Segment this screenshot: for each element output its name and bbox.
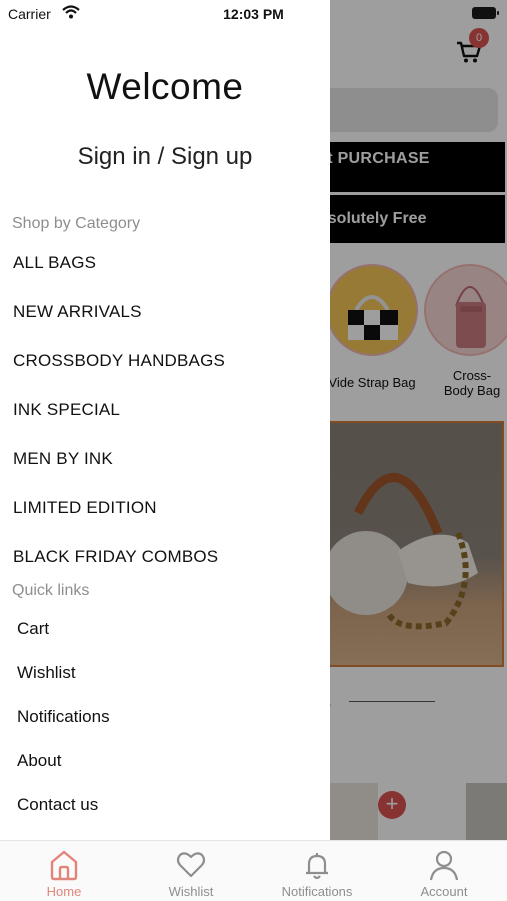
quick-link-wishlist[interactable]: Wishlist: [17, 663, 76, 683]
bottom-tab-bar: Home Wishlist Notifications Account: [0, 840, 507, 901]
category-item-all-bags[interactable]: ALL BAGS: [13, 253, 96, 273]
tab-wishlist[interactable]: Wishlist: [131, 841, 251, 901]
quick-link-about[interactable]: About: [17, 751, 61, 771]
tab-notifications-label: Notifications: [281, 884, 353, 899]
tab-home-label: Home: [46, 884, 82, 899]
welcome-heading: Welcome: [86, 66, 244, 107]
signin-signup-link[interactable]: Sign in / Sign up: [0, 143, 330, 171]
category-item-ink-special[interactable]: INK SPECIAL: [13, 400, 120, 420]
category-item-men-by-ink[interactable]: MEN BY INK: [13, 449, 113, 469]
heart-icon: [176, 852, 206, 878]
battery-icon: [472, 7, 499, 19]
quick-links-title: Quick links: [12, 582, 90, 599]
quick-link-contact-us[interactable]: Contact us: [17, 795, 98, 815]
category-item-limited-edition[interactable]: LIMITED EDITION: [13, 498, 157, 518]
tab-account[interactable]: Account: [384, 841, 504, 901]
tab-notifications[interactable]: Notifications: [257, 841, 377, 901]
user-icon: [429, 850, 459, 881]
bell-icon: [306, 853, 328, 880]
quick-link-cart[interactable]: Cart: [17, 619, 49, 639]
category-item-crossbody-handbags[interactable]: CROSSBODY HANDBAGS: [13, 351, 225, 371]
category-item-new-arrivals[interactable]: NEW ARRIVALS: [13, 302, 142, 322]
tab-home[interactable]: Home: [4, 841, 124, 901]
status-bar: Carrier 12:03 PM: [0, 0, 507, 28]
side-drawer: Welcome Sign in / Sign up Shop by Catego…: [0, 0, 330, 840]
status-time: 12:03 PM: [223, 6, 284, 22]
tab-wishlist-label: Wishlist: [168, 884, 214, 899]
shop-by-category-title: Shop by Category: [12, 215, 141, 232]
home-icon: [50, 850, 78, 881]
quick-link-notifications[interactable]: Notifications: [17, 707, 110, 727]
category-item-black-friday-combos[interactable]: BLACK FRIDAY COMBOS: [13, 547, 218, 567]
tab-account-label: Account: [420, 884, 468, 899]
